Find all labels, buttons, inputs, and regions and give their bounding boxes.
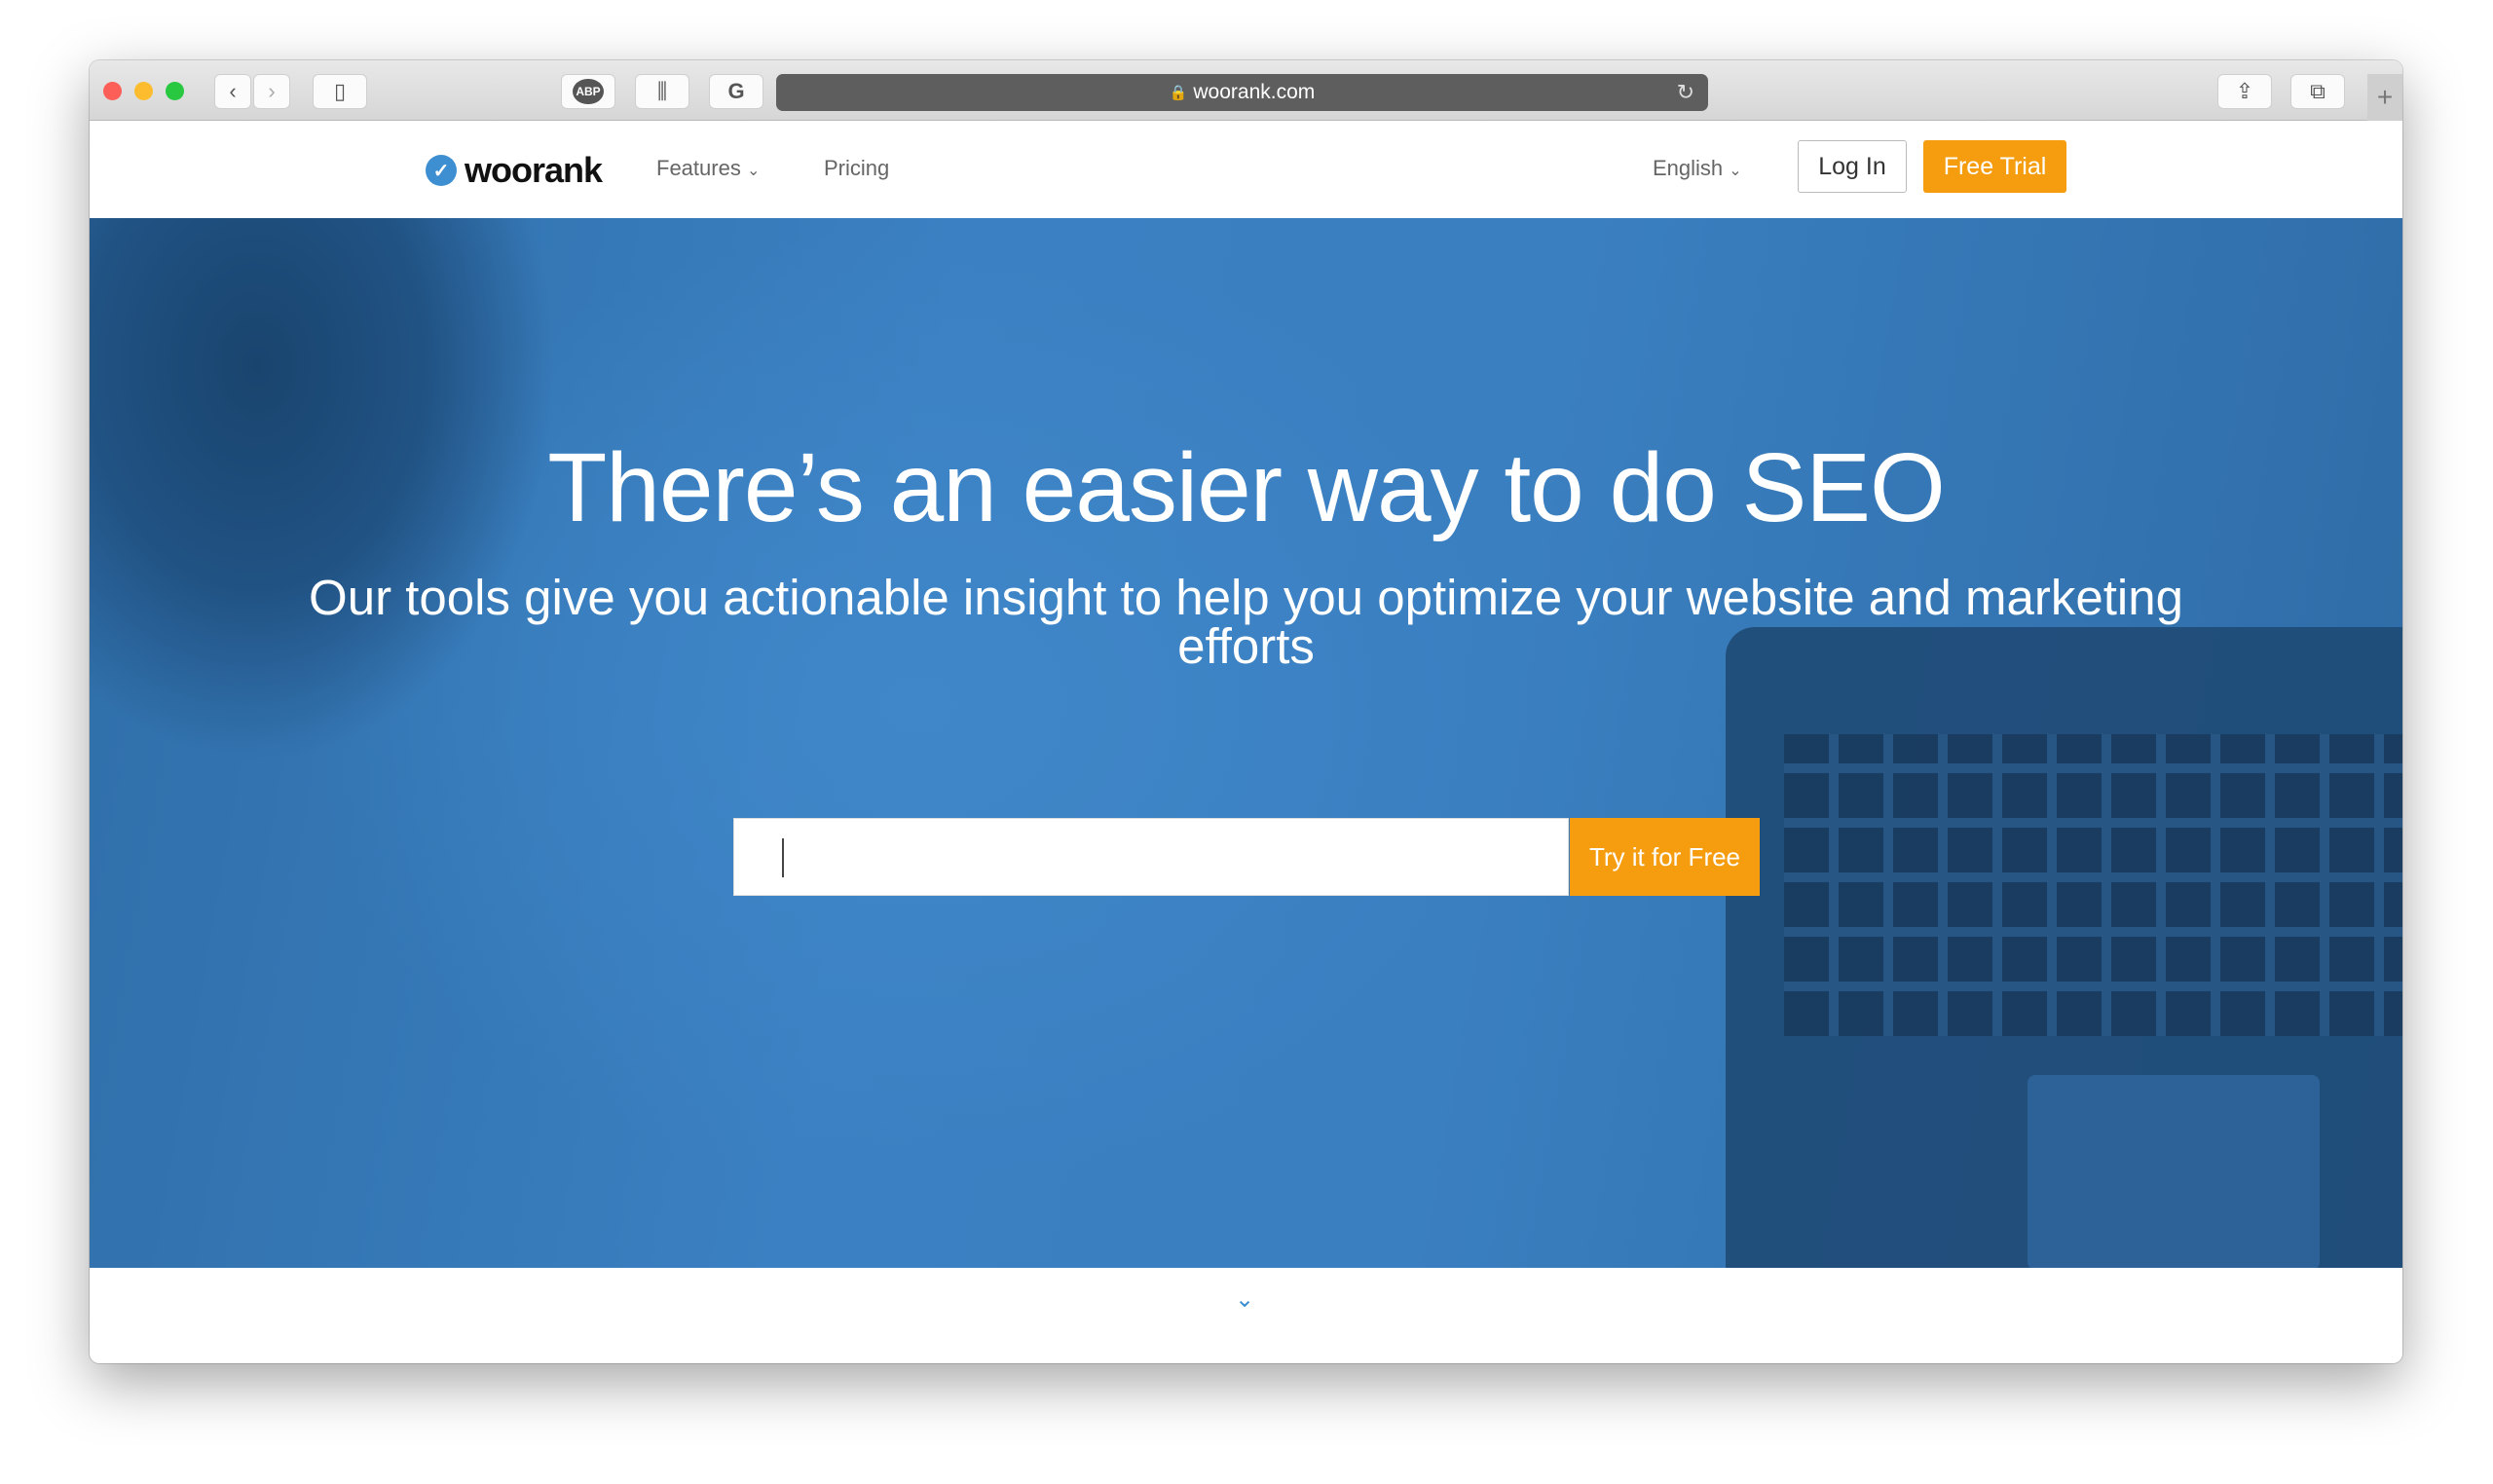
chevron-left-icon: ‹ <box>229 79 237 103</box>
logo-text: woorank <box>465 150 603 190</box>
back-button[interactable]: ‹ <box>214 74 251 109</box>
site-nav: ✓ woorank Features ⌄ Pricing English ⌄ Lo… <box>90 121 2402 218</box>
try-free-button[interactable]: Try it for Free <box>1570 818 1760 896</box>
scroll-down-icon[interactable]: ⌄ <box>1235 1285 1254 1314</box>
hero-subtitle: Our tools give you actionable insight to… <box>309 570 2183 674</box>
tabs-icon: ⧉ <box>2310 79 2326 103</box>
keyboard-image <box>1784 734 2402 1036</box>
free-trial-button[interactable]: Free Trial <box>1923 140 2066 193</box>
adblock-button[interactable]: ABP <box>561 74 615 109</box>
tabs-button[interactable]: ⧉ <box>2290 74 2345 109</box>
check-icon: ✓ <box>426 155 457 186</box>
grammarly-button[interactable]: G <box>709 74 763 109</box>
language-select[interactable]: English ⌄ <box>1653 156 1742 181</box>
extension-button[interactable]: ⫼ <box>635 74 689 109</box>
website-url-input[interactable] <box>733 818 1569 896</box>
lock-icon: 🔒 <box>1169 85 1188 101</box>
sidebar-button[interactable]: ▯ <box>313 74 367 109</box>
hero-title: There’s an easier way to do SEO <box>547 433 1946 542</box>
nav-features[interactable]: Features ⌄ <box>656 156 760 181</box>
maximize-button[interactable] <box>166 82 184 100</box>
chevron-right-icon: › <box>268 79 276 103</box>
adblock-icon: ABP <box>573 79 604 104</box>
language-label: English <box>1653 156 1724 180</box>
chevron-down-icon: ⌄ <box>746 163 761 179</box>
trackpad-image <box>2028 1075 2320 1268</box>
share-icon: ⇪ <box>2235 79 2254 103</box>
forward-button[interactable]: › <box>253 74 290 109</box>
url-text: woorank.com <box>1193 81 1316 103</box>
logo[interactable]: ✓ woorank <box>426 150 603 191</box>
hero-section: There’s an easier way to do SEO Our tool… <box>90 218 2402 1268</box>
login-button[interactable]: Log In <box>1798 140 1907 193</box>
reload-icon[interactable]: ↻ <box>1677 80 1694 105</box>
browser-toolbar: ‹ › ▯ ABP ⫼ G 🔒 woorank.com ↻ ⇪ ⧉ + <box>90 60 2402 121</box>
bars-icon: ⫼ <box>656 79 668 103</box>
browser-window: ‹ › ▯ ABP ⫼ G 🔒 woorank.com ↻ ⇪ ⧉ + ✓ woora… <box>90 60 2402 1363</box>
grammarly-icon: G <box>727 79 745 103</box>
text-caret <box>782 838 784 877</box>
close-button[interactable] <box>103 82 122 100</box>
minimize-button[interactable] <box>134 82 153 100</box>
nav-pricing[interactable]: Pricing <box>824 156 889 181</box>
sidebar-icon: ▯ <box>333 79 347 103</box>
address-bar[interactable]: 🔒 woorank.com ↻ <box>776 74 1708 111</box>
nav-label: Features <box>656 156 741 180</box>
chevron-down-icon: ⌄ <box>1729 163 1742 179</box>
new-tab-button[interactable]: + <box>2367 74 2402 121</box>
share-button[interactable]: ⇪ <box>2217 74 2272 109</box>
